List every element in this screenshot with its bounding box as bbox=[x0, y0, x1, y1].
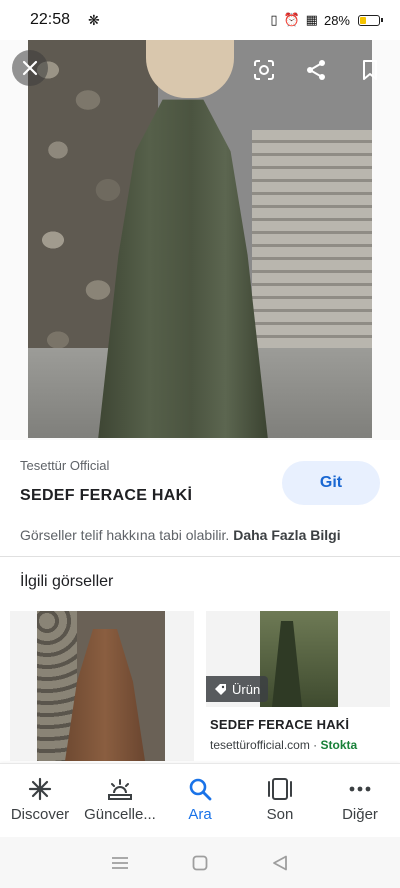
main-image[interactable] bbox=[28, 40, 372, 438]
copyright-text: Görseller telif hakkına tabi olabilir. bbox=[20, 527, 230, 543]
share-button[interactable] bbox=[298, 52, 334, 88]
meta-separator: · bbox=[309, 738, 321, 752]
nav-label: Diğer bbox=[342, 806, 378, 823]
status-bar: 22:58 ❋ ▯ ⏰ ▦ 28% bbox=[0, 0, 400, 40]
nav-item-discover[interactable]: Discover bbox=[0, 764, 80, 837]
asterisk-icon bbox=[28, 776, 52, 802]
image-viewer[interactable] bbox=[0, 40, 400, 440]
bookmark-icon bbox=[363, 60, 377, 80]
product-badge-label: Ürün bbox=[232, 681, 261, 697]
more-icon bbox=[348, 776, 372, 802]
related-product-card[interactable]: Ürün SEDEF FERACE HAKİ tesettürofficial.… bbox=[206, 611, 390, 752]
section-divider bbox=[0, 556, 400, 557]
updates-icon bbox=[106, 776, 134, 802]
nav-item-search[interactable]: Ara bbox=[160, 764, 240, 837]
stairs-background bbox=[252, 130, 372, 360]
product-meta: tesettürofficial.com · Stokta bbox=[210, 738, 390, 752]
alarm-icon: ⏰ bbox=[283, 12, 300, 27]
tag-icon bbox=[215, 683, 226, 695]
battery-percent: 28% bbox=[323, 12, 350, 28]
related-image-card[interactable] bbox=[10, 611, 194, 761]
nav-item-more[interactable]: Diğer bbox=[320, 764, 400, 837]
menu-button[interactable] bbox=[105, 856, 135, 870]
app-notification-icon: ❋ bbox=[88, 11, 100, 28]
menu-icon bbox=[112, 856, 128, 869]
lens-button[interactable] bbox=[246, 52, 282, 88]
battery-level-fill bbox=[360, 16, 366, 24]
close-button[interactable] bbox=[12, 50, 48, 86]
vibrate-icon: ▯ bbox=[270, 12, 278, 27]
google-lens-icon bbox=[254, 60, 274, 80]
nav-item-updates[interactable]: Güncelle... bbox=[80, 764, 160, 837]
nav-label: Discover bbox=[10, 806, 70, 823]
bottom-navigation: Discover Güncelle... Ara Son Diğer bbox=[0, 763, 400, 837]
save-button[interactable] bbox=[352, 52, 388, 88]
result-title[interactable]: SEDEF FERACE HAKİ bbox=[20, 487, 192, 505]
signal-icon: ▦ bbox=[305, 12, 318, 27]
recent-tabs-icon bbox=[267, 776, 293, 802]
result-source[interactable]: Tesettür Official bbox=[20, 458, 109, 473]
nav-label: Son bbox=[266, 806, 294, 823]
status-icons: ▯ ⏰ ▦ 28% bbox=[270, 12, 383, 28]
related-thumbnail[interactable] bbox=[37, 611, 165, 761]
share-icon bbox=[307, 60, 325, 80]
close-icon bbox=[22, 60, 38, 76]
nav-label: Ara bbox=[188, 806, 212, 823]
product-domain: tesettürofficial.com bbox=[210, 738, 310, 752]
home-button[interactable] bbox=[185, 855, 215, 871]
more-info-link[interactable]: Daha Fazla Bilgi bbox=[233, 527, 340, 543]
visit-button[interactable]: Git bbox=[282, 461, 380, 505]
hijab-figure bbox=[146, 40, 234, 98]
home-icon bbox=[192, 855, 208, 870]
product-badge: Ürün bbox=[206, 676, 269, 702]
nav-label: Güncelle... bbox=[84, 806, 156, 823]
copyright-notice: Görseller telif hakkına tabi olabilir. D… bbox=[20, 527, 341, 543]
related-images-heading: İlgili görseller bbox=[20, 573, 114, 590]
status-time: 22:58 bbox=[30, 11, 71, 28]
nav-item-recent[interactable]: Son bbox=[240, 764, 320, 837]
brown-dress-figure bbox=[65, 629, 145, 761]
product-thumbnail-area[interactable]: Ürün bbox=[206, 611, 390, 707]
stock-status: Stokta bbox=[320, 738, 358, 752]
back-icon bbox=[273, 855, 287, 870]
system-navigation-bar bbox=[0, 837, 400, 888]
product-title[interactable]: SEDEF FERACE HAKİ bbox=[210, 717, 390, 732]
battery-icon bbox=[358, 14, 383, 26]
back-button[interactable] bbox=[265, 855, 295, 871]
search-icon bbox=[188, 776, 212, 802]
